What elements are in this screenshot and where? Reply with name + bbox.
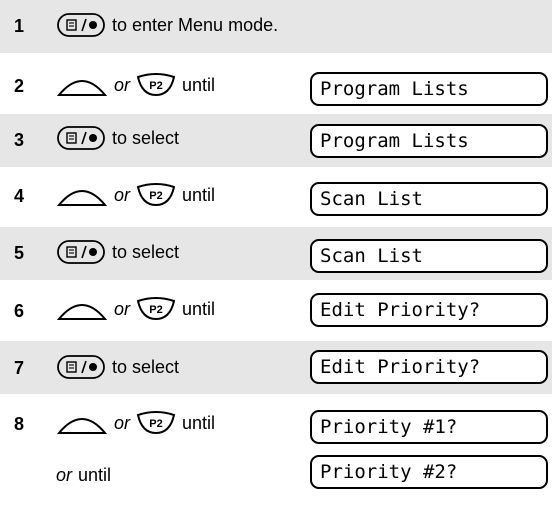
step-text: to enter Menu mode.: [112, 15, 279, 35]
step-text: until: [182, 413, 216, 433]
step-row-2: 2 or P2 until Program Lists: [0, 60, 552, 113]
step-text: until: [182, 185, 216, 205]
step-row-4: 4 or P2 until Scan List: [0, 170, 552, 223]
up-navigation-button-icon: [56, 73, 108, 97]
menu-ok-button-icon: [56, 12, 106, 38]
step-text: to select: [112, 357, 180, 377]
up-navigation-button-icon: [56, 411, 108, 435]
or-label: or: [114, 299, 131, 319]
lcd-display: Priority #1?: [310, 410, 548, 444]
step-number: 2: [14, 76, 25, 96]
or-label: or: [114, 75, 131, 95]
lcd-display: Program Lists: [310, 124, 548, 158]
or-label: or: [114, 413, 131, 433]
step-row-8: 8 or P2 until Priority #1?: [0, 398, 552, 451]
step-number: 4: [14, 186, 25, 206]
step-row-3: 3 to select Program Lists: [0, 114, 552, 167]
up-navigation-button-icon: [56, 297, 108, 321]
step-number: 7: [14, 358, 25, 378]
step-number: 6: [14, 301, 25, 321]
step-row-7: 7 to select Edit Priority?: [0, 341, 552, 394]
step-text: until: [182, 299, 216, 319]
lcd-display: Scan List: [310, 182, 548, 216]
lcd-display: Edit Priority?: [310, 350, 548, 384]
or-label: or: [114, 185, 131, 205]
svg-text:P2: P2: [149, 80, 162, 92]
step-text: until: [182, 75, 216, 95]
p2-button-icon: P2: [136, 411, 176, 435]
step-row-6: 6 or P2 until Edit Priority?: [0, 285, 552, 338]
svg-text:P2: P2: [149, 418, 162, 430]
step-row-9: or until Priority #2?: [0, 451, 552, 506]
step-text: to select: [112, 242, 180, 262]
lcd-display: Scan List: [310, 239, 548, 273]
lcd-display: Priority #2?: [310, 455, 548, 489]
step-text: until: [78, 465, 112, 485]
step-row-5: 5 to select Scan List: [0, 227, 552, 280]
p2-button-icon: P2: [136, 183, 176, 207]
step-number: 8: [14, 414, 25, 434]
step-row-1: 1 to enter Menu mode.: [0, 0, 552, 53]
svg-text:P2: P2: [149, 190, 162, 202]
lcd-display: Program Lists: [310, 72, 548, 106]
menu-ok-button-icon: [56, 239, 106, 265]
or-label: or: [56, 465, 73, 485]
menu-ok-button-icon: [56, 125, 106, 151]
p2-button-icon: P2: [136, 73, 176, 97]
p2-button-icon: P2: [136, 297, 176, 321]
up-navigation-button-icon: [56, 183, 108, 207]
step-number: 1: [14, 16, 25, 36]
menu-ok-button-icon: [56, 354, 106, 380]
step-number: 3: [14, 130, 25, 150]
svg-text:P2: P2: [149, 304, 162, 316]
step-number: 5: [14, 243, 25, 263]
step-text: to select: [112, 128, 180, 148]
lcd-display: Edit Priority?: [310, 293, 548, 327]
